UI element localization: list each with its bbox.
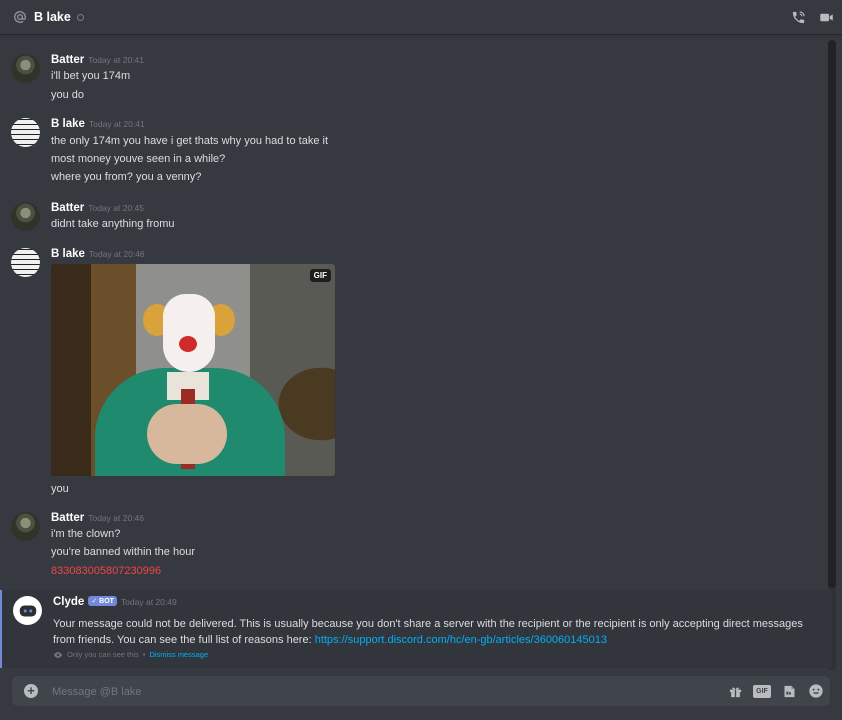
gif-badge: GIF [309,269,331,282]
separator: • [142,650,146,659]
plus-icon[interactable]: + [24,684,38,698]
avatar[interactable] [11,248,40,277]
author-name[interactable]: Clyde [53,596,84,608]
clyde-message-text: Your message could not be delivered. Thi… [53,616,823,648]
message-timestamp: Today at 20:46 [88,249,145,259]
message-author[interactable]: Clyde ✓ BOT Today at 20:49 [53,596,177,608]
gif-figure-face [163,294,215,372]
message-timestamp: Today at 20:49 [120,597,177,607]
dismiss-message-link[interactable]: Dismiss message [149,650,208,659]
clyde-avatar[interactable] [13,596,42,625]
message-text: most money youve seen in a while? [51,153,226,165]
message-text: the only 174m you have i get thats why y… [51,135,329,147]
dm-header: B lake [0,0,842,34]
ephemeral-text: Only you can see this [67,650,139,659]
avatar[interactable] [11,54,40,83]
avatar[interactable] [11,512,40,541]
message-author[interactable]: B lake Today at 20:46 [51,248,145,260]
message-author[interactable]: Batter Today at 20:46 [51,512,144,524]
ephemeral-notice: Only you can see this • Dismiss message [53,650,208,659]
at-icon [13,10,27,24]
reasons-link[interactable]: https://support.discord.com/hc/en-gb/art… [315,634,607,646]
message-timestamp: Today at 20:46 [88,513,144,523]
clyde-robot-icon [19,605,36,616]
author-name[interactable]: Batter [51,512,84,524]
offline-status-icon [76,14,84,21]
message-composer: + GIF [12,676,830,706]
voice-call-icon[interactable] [791,10,806,25]
message-author[interactable]: Batter Today at 20:41 [51,54,144,66]
author-name[interactable]: Batter [51,202,84,214]
video-call-icon[interactable] [819,10,834,25]
avatar[interactable] [11,118,40,147]
message-timestamp: Today at 20:41 [88,55,144,65]
message-text: i'll bet you 174m [51,70,131,82]
message-text: you [51,483,69,495]
gif-figure-nose [179,336,197,352]
message-timestamp: Today at 20:41 [88,119,145,129]
gif-picker-label: GIF [753,684,771,698]
message-text: you're banned within the hour [51,546,195,558]
message-author[interactable]: B lake Today at 20:41 [51,118,145,130]
message-text: didnt take anything fromu [51,218,175,230]
bot-tag: ✓ BOT [88,596,117,606]
gift-icon[interactable] [727,683,743,699]
message-text: 833083005807230996 [51,565,162,577]
author-name[interactable]: Batter [51,54,84,66]
gif-picker-button[interactable]: GIF [753,683,771,699]
avatar[interactable] [11,202,40,231]
message-timestamp: Today at 20:45 [88,203,144,213]
gif-figure-hands [147,404,227,464]
message-input[interactable] [50,681,704,703]
eye-icon [53,651,63,658]
author-name[interactable]: B lake [51,118,85,130]
message-text: i'm the clown? [51,528,121,540]
emoji-icon[interactable] [808,683,824,699]
clyde-bot-message: Clyde ✓ BOT Today at 20:49 Your message co… [0,590,832,668]
message-text: where you from? you a venny? [51,171,202,183]
gif-attachment[interactable]: GIF [51,264,335,476]
dm-recipient-name: B lake [34,10,71,24]
message-author[interactable]: Batter Today at 20:45 [51,202,144,214]
author-name[interactable]: B lake [51,248,85,260]
message-text: you do [51,89,85,101]
sticker-icon[interactable] [781,683,797,699]
scrollbar-thumb[interactable] [828,40,836,588]
